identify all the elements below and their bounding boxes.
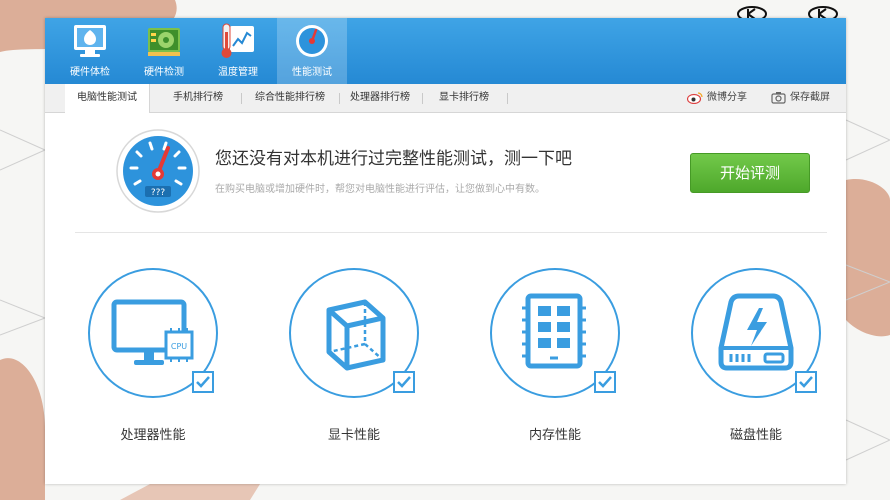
tab-hardware-detect[interactable]: 硬件检测 — [129, 18, 199, 84]
separator — [507, 93, 508, 104]
cpu-monitor-icon: CPU — [111, 299, 194, 365]
category-cpu: CPU 处理器性能 — [88, 268, 228, 458]
category-label: 磁盘性能 — [729, 428, 782, 443]
disk-checkbox[interactable] — [795, 371, 817, 393]
test-headline: 您还没有对本机进行过完整性能测试，测一下吧 — [215, 149, 572, 169]
subtab-phone-ranking[interactable]: 手机排行榜 — [161, 84, 235, 112]
weibo-share-label: 微博分享 — [707, 92, 747, 103]
hardware-board-icon — [148, 28, 180, 56]
sub-navigation: 电脑性能测试 手机排行榜 综合性能排行榜 处理器排行榜 显卡排行榜 微博分享 保… — [45, 84, 846, 113]
disk-drive-icon — [718, 293, 794, 371]
subtab-gpu-ranking[interactable]: 显卡排行榜 — [427, 84, 501, 112]
weibo-icon — [687, 91, 703, 104]
divider — [75, 232, 827, 233]
subtab-overall-ranking[interactable]: 综合性能排行榜 — [245, 84, 335, 112]
save-screenshot-button[interactable]: 保存截屏 — [771, 84, 830, 112]
category-memory: 内存性能 — [490, 268, 630, 458]
subtab-cpu-ranking[interactable]: 处理器排行榜 — [343, 84, 417, 112]
app-window: 硬件体检 硬件检测 温度管理 性能测试 电脑性能测试 手机排行榜 综合性能排行榜… — [45, 18, 846, 484]
monitor-shield-icon — [74, 25, 106, 57]
tab-label: 硬件检测 — [144, 67, 184, 78]
gpu-cube-icon — [326, 299, 386, 371]
speedometer-icon — [296, 25, 328, 57]
tab-hardware-checkup[interactable]: 硬件体检 — [55, 18, 125, 84]
start-test-button[interactable]: 开始评测 — [690, 153, 810, 193]
category-label: 内存性能 — [528, 428, 581, 443]
category-label: 处理器性能 — [120, 428, 186, 443]
subtab-pc-performance-test[interactable]: 电脑性能测试 — [65, 84, 150, 113]
weibo-share-button[interactable]: 微博分享 — [687, 84, 747, 112]
tab-label: 性能测试 — [292, 67, 332, 78]
cpu-checkbox[interactable] — [192, 371, 214, 393]
memory-checkbox[interactable] — [594, 371, 616, 393]
separator — [339, 93, 340, 104]
gpu-checkbox[interactable] — [393, 371, 415, 393]
test-description: 在购买电脑或增加硬件时，帮您对电脑性能进行评估，让您做到心中有数。 — [215, 184, 545, 195]
tab-label: 温度管理 — [218, 67, 258, 78]
camera-icon — [771, 91, 786, 104]
tab-performance-test[interactable]: 性能测试 — [277, 18, 347, 84]
cpu-chip-text: CPU — [171, 342, 187, 351]
category-gpu: 显卡性能 — [289, 268, 429, 458]
gauge-text: ??? — [151, 188, 166, 198]
category-label: 显卡性能 — [327, 428, 380, 443]
separator — [241, 93, 242, 104]
top-toolbar: 硬件体检 硬件检测 温度管理 性能测试 — [45, 18, 846, 84]
tab-temperature[interactable]: 温度管理 — [203, 18, 273, 84]
separator — [422, 93, 423, 104]
performance-gauge-icon: ??? — [116, 129, 200, 213]
save-screenshot-label: 保存截屏 — [790, 92, 830, 103]
memory-chip-icon — [522, 293, 586, 369]
thermometer-chart-icon — [221, 23, 254, 58]
tab-label: 硬件体检 — [70, 67, 110, 78]
category-disk: 磁盘性能 — [691, 268, 831, 458]
